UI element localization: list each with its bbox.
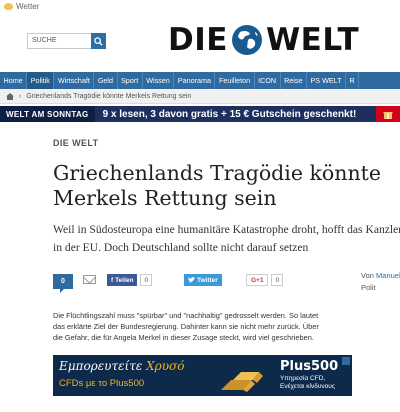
twitter-share-label: Twitter	[197, 276, 218, 284]
breadcrumb-current: Griechenlands Tragödie könnte Merkels Re…	[26, 92, 192, 100]
site-logo[interactable]: DIE WELT	[168, 22, 359, 58]
nav-item-geld[interactable]: Geld	[94, 72, 118, 89]
gplus-share[interactable]: G+1 0	[246, 274, 284, 286]
ad-headline-part-1: Εμπορευτείτε	[59, 359, 147, 373]
ad-disclaimer-line-1: Υπηρεσία CFD,	[280, 375, 326, 382]
headline-line-2: Merkels Rettung sein	[53, 186, 277, 210]
logo-word-right: WELT	[265, 22, 360, 58]
advertisement-banner[interactable]: Εμπορευτείτε Χρυσό CFDs με το Plus500 Pl…	[53, 355, 352, 396]
ad-disclaimer-line-2: Ενέχεται κίνδυνους	[280, 383, 335, 390]
breadcrumb: › Griechenlands Tragödie könnte Merkels …	[0, 89, 400, 104]
ad-brand-logo: Plus500	[280, 359, 339, 374]
mail-icon[interactable]	[83, 275, 96, 284]
gold-bars-icon	[221, 372, 263, 392]
nav-item-wirtschaft[interactable]: Wirtschaft	[54, 72, 95, 89]
comments-count-badge[interactable]: 0	[53, 274, 73, 293]
search-box: SUCHE	[27, 33, 106, 49]
promo-text: 9 x lesen, 3 davon gratis + 15 € Gutsche…	[102, 108, 357, 120]
body-line-3: die Gefahr, die für Angela Merkel in die…	[53, 333, 314, 342]
lead-line-1: Weil in Südosteuropa eine humanitäre Kat…	[53, 223, 400, 236]
nav-item-reise[interactable]: Reise	[281, 72, 307, 89]
lead-line-2: in der EU. Doch Deutschland sollte nicht…	[53, 241, 309, 254]
gplus-share-button[interactable]: G+1	[246, 274, 269, 286]
facebook-share[interactable]: f Teilen 0	[107, 274, 153, 286]
home-icon[interactable]	[6, 92, 14, 100]
nav-item-sport[interactable]: Sport	[118, 72, 143, 89]
section-label: DIE WELT	[53, 138, 99, 148]
main-nav: Home Politik Wirtschaft Geld Sport Wisse…	[0, 72, 400, 89]
nav-item-icon[interactable]: ICON	[255, 72, 281, 89]
search-input[interactable]: SUCHE	[27, 33, 91, 49]
article-body: Die Flüchtlingszahl muss "spürbar" und "…	[53, 310, 353, 343]
byline-author-link[interactable]: Manuel	[376, 271, 400, 280]
nav-item-feuilleton[interactable]: Feuilleton	[215, 72, 255, 89]
body-line-2: das erklärte Ziel der Bundesregierung. D…	[53, 322, 319, 331]
headline-line-1: Griechenlands Tragödie könnte	[53, 161, 382, 185]
facebook-share-button[interactable]: f Teilen	[107, 274, 138, 286]
nav-item-wissen[interactable]: Wissen	[143, 72, 175, 89]
article-byline: Von Manuel Polit	[361, 270, 400, 294]
twitter-share[interactable]: Twitter	[184, 274, 222, 286]
promo-banner[interactable]: WELT AM SONNTAG 9 x lesen, 3 davon grati…	[0, 106, 400, 122]
ad-disclaimer: Υπηρεσία CFD, Ενέχεται κίνδυνους	[280, 375, 350, 391]
weather-label: Wetter	[16, 2, 40, 11]
gift-box-shape	[383, 112, 393, 119]
breadcrumb-separator: ›	[19, 92, 22, 100]
nav-item-more[interactable]: R	[346, 72, 360, 89]
gift-icon	[376, 106, 400, 122]
nav-item-panorama[interactable]: Panorama	[174, 72, 216, 89]
promo-brand: WELT AM SONNTAG	[0, 106, 95, 122]
twitter-icon	[188, 277, 195, 283]
globe-icon	[231, 25, 262, 55]
nav-item-politik[interactable]: Politik	[27, 72, 55, 89]
article-lead: Weil in Südosteuropa eine humanitäre Kat…	[53, 221, 400, 257]
body-line-1: Die Flüchtlingszahl muss "spürbar" und "…	[53, 311, 319, 320]
twitter-share-button[interactable]: Twitter	[184, 274, 222, 286]
search-icon	[94, 36, 103, 46]
ad-subline: CFDs με το Plus500	[59, 378, 145, 389]
ad-choices-icon[interactable]	[342, 357, 350, 365]
ad-headline: Εμπορευτείτε Χρυσό	[59, 359, 184, 373]
sun-cloud-icon	[4, 3, 13, 10]
logo-word-left: DIE	[168, 22, 228, 58]
nav-item-ps-welt[interactable]: PS WELT	[307, 72, 347, 89]
facebook-icon: f	[111, 276, 114, 284]
weather-link[interactable]: Wetter	[4, 2, 39, 11]
search-button[interactable]	[91, 33, 106, 49]
article-headline: Griechenlands Tragödie könnte Merkels Re…	[53, 161, 398, 211]
facebook-share-count: 0	[140, 274, 153, 286]
nav-item-home[interactable]: Home	[0, 72, 28, 89]
facebook-share-label: Teilen	[115, 276, 134, 284]
gplus-share-count: 0	[271, 274, 284, 286]
ad-headline-part-2: Χρυσό	[146, 359, 185, 373]
byline-role: Polit	[361, 283, 376, 292]
byline-prefix: Von	[361, 271, 374, 280]
